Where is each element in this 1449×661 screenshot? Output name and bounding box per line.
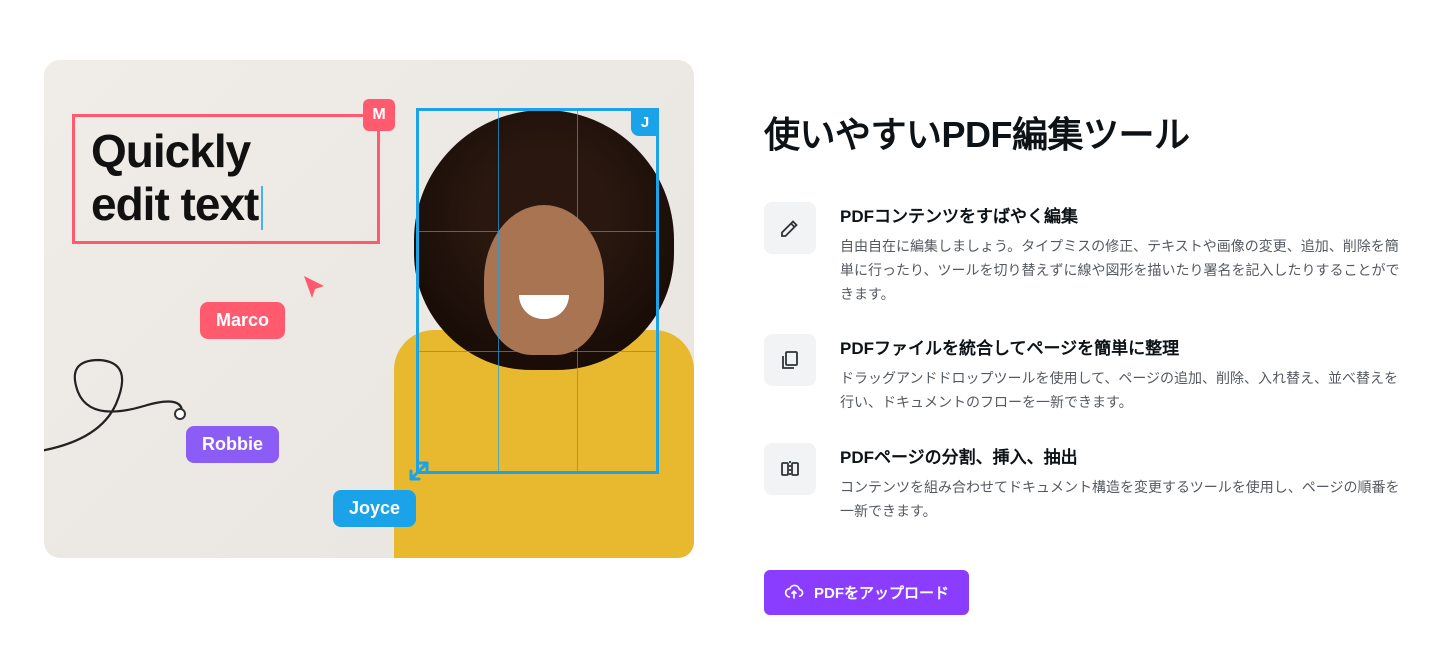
image-crop-frame[interactable]: J	[416, 108, 659, 474]
feature-title: PDFコンテンツをすばやく編集	[840, 202, 1405, 227]
cloud-upload-icon	[784, 582, 804, 602]
collaborator-pill-marco: Marco	[200, 302, 285, 339]
text-line-1: Quickly	[91, 125, 361, 178]
feature-desc: ドラッグアンドドロップツールを使用して、ページの追加、削除、入れ替え、並べ替えを…	[840, 367, 1405, 415]
text-cursor	[261, 186, 263, 230]
edit-pencil-icon	[764, 202, 816, 254]
split-page-icon	[764, 443, 816, 495]
upload-pdf-button[interactable]: PDFをアップロード	[764, 570, 969, 615]
section-heading: 使いやすいPDF編集ツール	[764, 106, 1405, 158]
feature-edit: PDFコンテンツをすばやく編集 自由自在に編集しましょう。タイプミスの修正、テキ…	[764, 202, 1405, 306]
resize-handle-icon[interactable]	[407, 459, 431, 483]
feature-title: PDFファイルを統合してページを簡単に整理	[840, 334, 1405, 359]
page-container: Quickly edit text M J Marco Robbie Joyce…	[0, 0, 1449, 615]
path-endpoint-dot	[174, 408, 186, 420]
collaborator-badge-m: M	[363, 99, 395, 131]
cta-label: PDFをアップロード	[814, 582, 949, 603]
pages-stack-icon	[764, 334, 816, 386]
feature-desc: コンテンツを組み合わせてドキュメント構造を変更するツールを使用し、ページの順番を…	[840, 476, 1405, 524]
feature-split: PDFページの分割、挿入、抽出 コンテンツを組み合わせてドキュメント構造を変更す…	[764, 443, 1405, 524]
hero-graphic: Quickly edit text M J Marco Robbie Joyce	[44, 60, 694, 558]
collaborator-pill-joyce: Joyce	[333, 490, 416, 527]
text-line-2: edit text	[91, 178, 361, 231]
content-column: 使いやすいPDF編集ツール PDFコンテンツをすばやく編集 自由自在に編集しまし…	[764, 60, 1405, 615]
collaborator-badge-j: J	[631, 108, 659, 136]
collaborator-cursor-icon	[302, 274, 328, 300]
editable-text-box[interactable]: Quickly edit text M	[72, 114, 380, 244]
collaborator-pill-robbie: Robbie	[186, 426, 279, 463]
feature-title: PDFページの分割、挿入、抽出	[840, 443, 1405, 468]
feature-desc: 自由自在に編集しましょう。タイプミスの修正、テキストや画像の変更、追加、削除を簡…	[840, 235, 1405, 306]
feature-organize: PDFファイルを統合してページを簡単に整理 ドラッグアンドドロップツールを使用し…	[764, 334, 1405, 415]
